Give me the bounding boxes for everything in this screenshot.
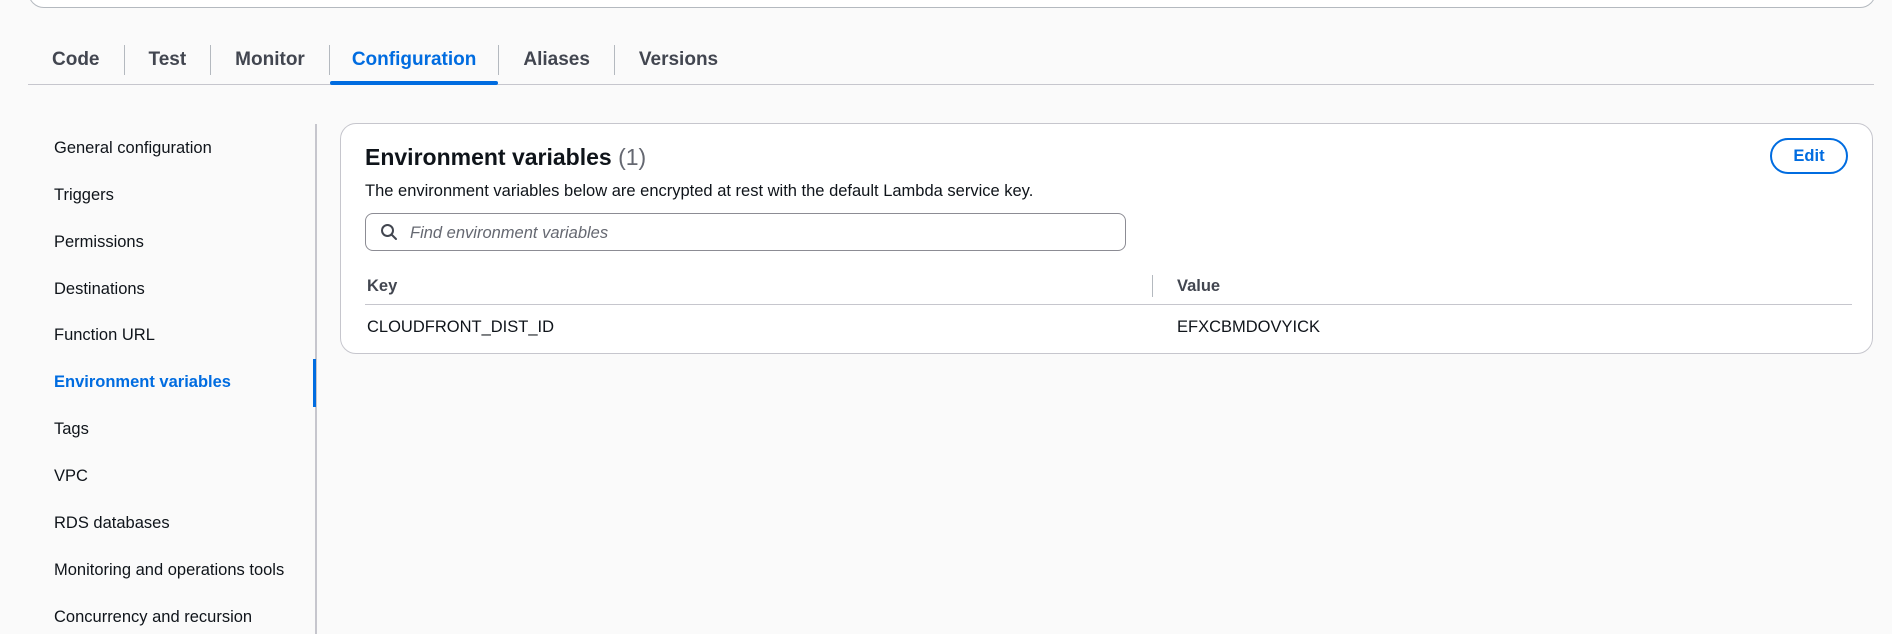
tab-versions[interactable]: Versions [639,36,718,84]
tab-aliases[interactable]: Aliases [523,36,590,84]
search-field[interactable] [365,213,1126,252]
search-input[interactable] [408,214,1112,252]
column-header-value[interactable]: Value [1177,277,1220,296]
side-nav-item-rds-databases[interactable]: RDS databases [54,514,170,533]
table-header: Key Value [365,270,1852,305]
side-nav-item-tags[interactable]: Tags [54,420,89,439]
side-nav-item-permissions[interactable]: Permissions [54,233,144,252]
side-nav-item-function-url[interactable]: Function URL [54,326,155,345]
panel-title-count: (1) [618,144,647,170]
panel-title-text: Environment variables [365,144,612,170]
tab-label: Monitor [235,49,305,70]
tab-label: Versions [638,49,719,70]
side-nav-item-monitoring-and-operations-tools[interactable]: Monitoring and operations tools [54,561,284,580]
side-nav-item-destinations[interactable]: Destinations [54,280,145,299]
tab-test[interactable]: Test [149,36,187,84]
top-panel [28,0,1876,8]
active-nav-indicator [313,359,316,407]
column-divider[interactable] [1152,275,1153,297]
side-nav-item-vpc[interactable]: VPC [54,467,88,486]
tab-code[interactable]: Code [52,36,100,84]
panel-title: Environment variables (1) [365,144,646,171]
edit-button[interactable]: Edit [1770,138,1848,174]
tab-bar: Code Test Monitor Configuration Aliases … [28,36,1874,85]
tab-configuration[interactable]: Configuration [329,36,499,85]
tab-monitor[interactable]: Monitor [235,36,305,84]
tab-label: Test [148,49,187,70]
row-key: CLOUDFRONT_DIST_ID [367,318,555,336]
column-header-key[interactable]: Key [367,277,397,296]
row-value: EFXCBMDOVYICK [1177,318,1321,336]
tab-label: Code [52,49,100,70]
side-nav-item-concurrency-and-recursion[interactable]: Concurrency and recursion [54,608,252,627]
environment-variables-panel: Environment variables (1) Edit The envir… [340,123,1873,354]
environment-variables-table: Key Value CLOUDFRONT_DIST_ID EFXCBMDOVYI… [365,270,1852,349]
side-nav-item-environment-variables[interactable]: Environment variables [54,373,231,392]
side-nav-item-general-configuration[interactable]: General configuration [54,139,212,158]
search-icon [380,223,398,241]
table-row: CLOUDFRONT_DIST_ID EFXCBMDOVYICK [365,305,1852,349]
panel-description: The environment variables below are encr… [365,182,1034,200]
side-nav-item-triggers[interactable]: Triggers [54,186,114,205]
side-nav: General configuration Triggers Permissio… [28,124,317,634]
tab-label: Aliases [523,49,590,70]
tab-label: Configuration [351,49,477,70]
